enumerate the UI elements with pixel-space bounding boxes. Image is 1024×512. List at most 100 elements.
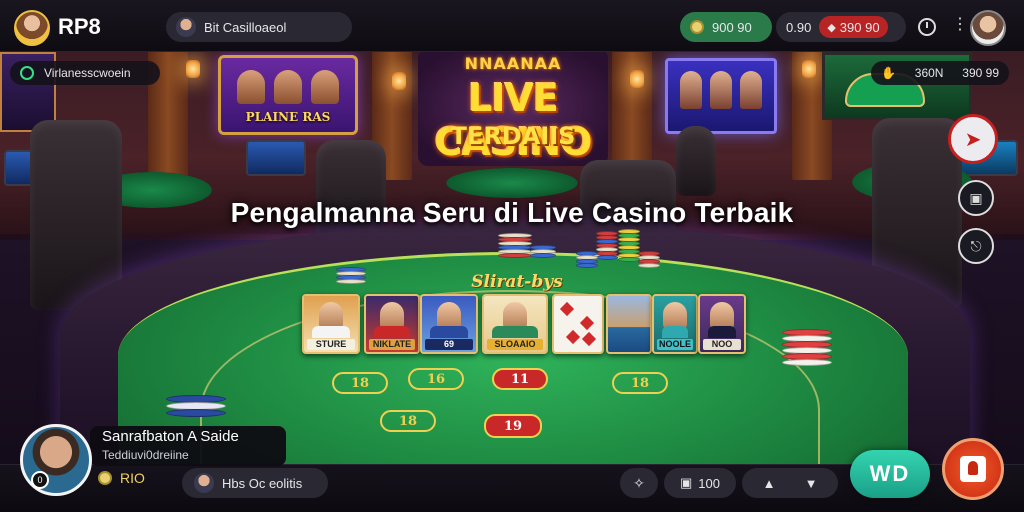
brand-logo[interactable] [14,10,50,46]
live-status-label: Virlanesscwoein [44,66,131,80]
bet-amount: 390 90 [839,19,880,35]
bet-amount-badge: ◆ 390 90 [819,16,888,38]
poster-face [310,70,339,104]
dealer-avatar: 0 [20,424,92,496]
bet-spot[interactable]: 18 [332,372,388,394]
gamepad-button[interactable]: ✧ [620,468,658,498]
chip-stack [530,245,556,258]
chip-stack [166,395,226,417]
scenery-card[interactable] [606,294,652,354]
jackpot-value: 390 99 [962,66,999,80]
bet-spot[interactable]: 18 [612,372,668,394]
screen-face [710,71,732,109]
camera-icon [960,456,986,482]
brand-name: RP8 [58,14,101,39]
background-table [446,168,578,198]
bet-label: 0.90 [786,19,812,35]
player-pill[interactable]: Hbs Oc eolitis [182,468,328,498]
user-avatar[interactable] [970,10,1006,46]
chip-stack [498,233,532,258]
card-caption [611,339,647,350]
player-label: Hbs Oc eolitis [222,475,303,491]
wall-lamp [630,70,644,88]
room-selector[interactable]: Bit Casilloaeol [166,12,352,42]
player-card[interactable]: NIKLATE [364,294,420,354]
card-caption: NIKLATE [369,339,415,350]
bet-spot[interactable]: 16 [408,368,464,390]
player-card[interactable]: SLOAAIO [482,294,548,354]
win-button[interactable]: WD [850,450,930,498]
coin-icon [690,20,704,34]
chip-icon: ▣ [680,475,693,490]
poster-face [273,70,302,104]
player-card[interactable]: NOOLE [652,294,698,354]
save-icon: ▣ [969,189,983,206]
fire-icon: ◆ [827,21,836,34]
headline: Pengalmanna Seru di Live Casino Terbaik [230,197,794,228]
slot-machine [246,140,306,176]
cup-icon[interactable]: ▼ [805,476,818,491]
rocket-icon: ➤ [964,128,982,151]
chip-stack [782,329,832,366]
dealer-coin-value: RIO [120,470,145,486]
clock-icon[interactable] [918,18,936,36]
screen-face [680,71,702,109]
promo-poster: PLAINE RAS [218,55,358,135]
chair [676,126,716,196]
camera-button[interactable] [942,438,1004,500]
balance-value: 900 90 [712,19,752,35]
poster-text: PLAINE RAS [245,110,331,124]
board-title: Slirat-bys [471,272,563,292]
jackpot-amount: 360N [914,66,944,80]
tools-pill: ▲ ▼ [742,468,838,498]
chip-stack [336,267,366,284]
bet-pill[interactable]: 0.90 ◆ 390 90 [776,12,906,42]
share-icon: ⎋ [970,237,982,254]
save-button[interactable]: ▣ [958,180,994,216]
chip-stack [618,229,640,262]
bet-spot[interactable]: 11 [492,368,548,390]
sign-sub-text: TERDAIIS [450,122,576,150]
sign-main-text: LIVE CASINO [434,76,593,164]
live-indicator-icon [20,66,34,80]
live-status-pill[interactable]: Virlanesscwoein [10,61,160,85]
wall-lamp [186,60,200,78]
gamepad-icon: ✧ [633,474,645,491]
card-caption: NOOLE [657,339,693,350]
player-avatar-icon [194,473,214,493]
dealer-badge: 0 [31,471,49,489]
bet-spot[interactable]: 18 [380,410,436,432]
jackpot-pill[interactable]: ✋ 360N 390 99 [871,61,1009,85]
card-caption: STURE [307,339,355,350]
playing-card[interactable] [552,294,604,354]
wall-screen [665,58,777,134]
chip-stack [638,251,660,268]
player-card[interactable]: STURE [302,294,360,354]
wall-lamp [802,60,816,78]
chip-stack [576,251,598,268]
chat-icon[interactable]: ▲ [763,476,776,491]
live-casino-sign: NNAANAA LIVE CASINO TERDAIIS [418,48,608,166]
player-card[interactable]: NOO [698,294,746,354]
more-icon[interactable]: ⋮ [952,14,968,34]
rocket-button[interactable]: ➤ [948,114,998,164]
player-card[interactable]: 69 [420,294,478,354]
share-button[interactable]: ⎋ [958,228,994,264]
wall-lamp [392,72,406,90]
room-avatar-icon [176,17,196,37]
dealer-name: Sanrafbaton A Saide [102,428,239,445]
room-label: Bit Casilloaeol [204,19,287,35]
card-caption: SLOAAIO [487,339,543,350]
balance-pill[interactable]: 900 90 [680,12,772,42]
sign-top-text: NNAANAA [464,54,562,73]
chip-stack [596,231,618,260]
screen-face [740,71,762,109]
count-pill[interactable]: ▣ 100 [664,468,736,498]
dealer-coin-balance: RIO [98,470,145,486]
card-caption: NOO [703,339,741,350]
bet-spot[interactable]: 19 [484,414,542,438]
hand-icon: ✋ [881,66,896,80]
top-bar: RP8 Bit Casilloaeol 900 90 0.90 ◆ 390 90… [0,0,1024,52]
card-caption: 69 [425,339,473,350]
count-value: 100 [698,475,720,491]
